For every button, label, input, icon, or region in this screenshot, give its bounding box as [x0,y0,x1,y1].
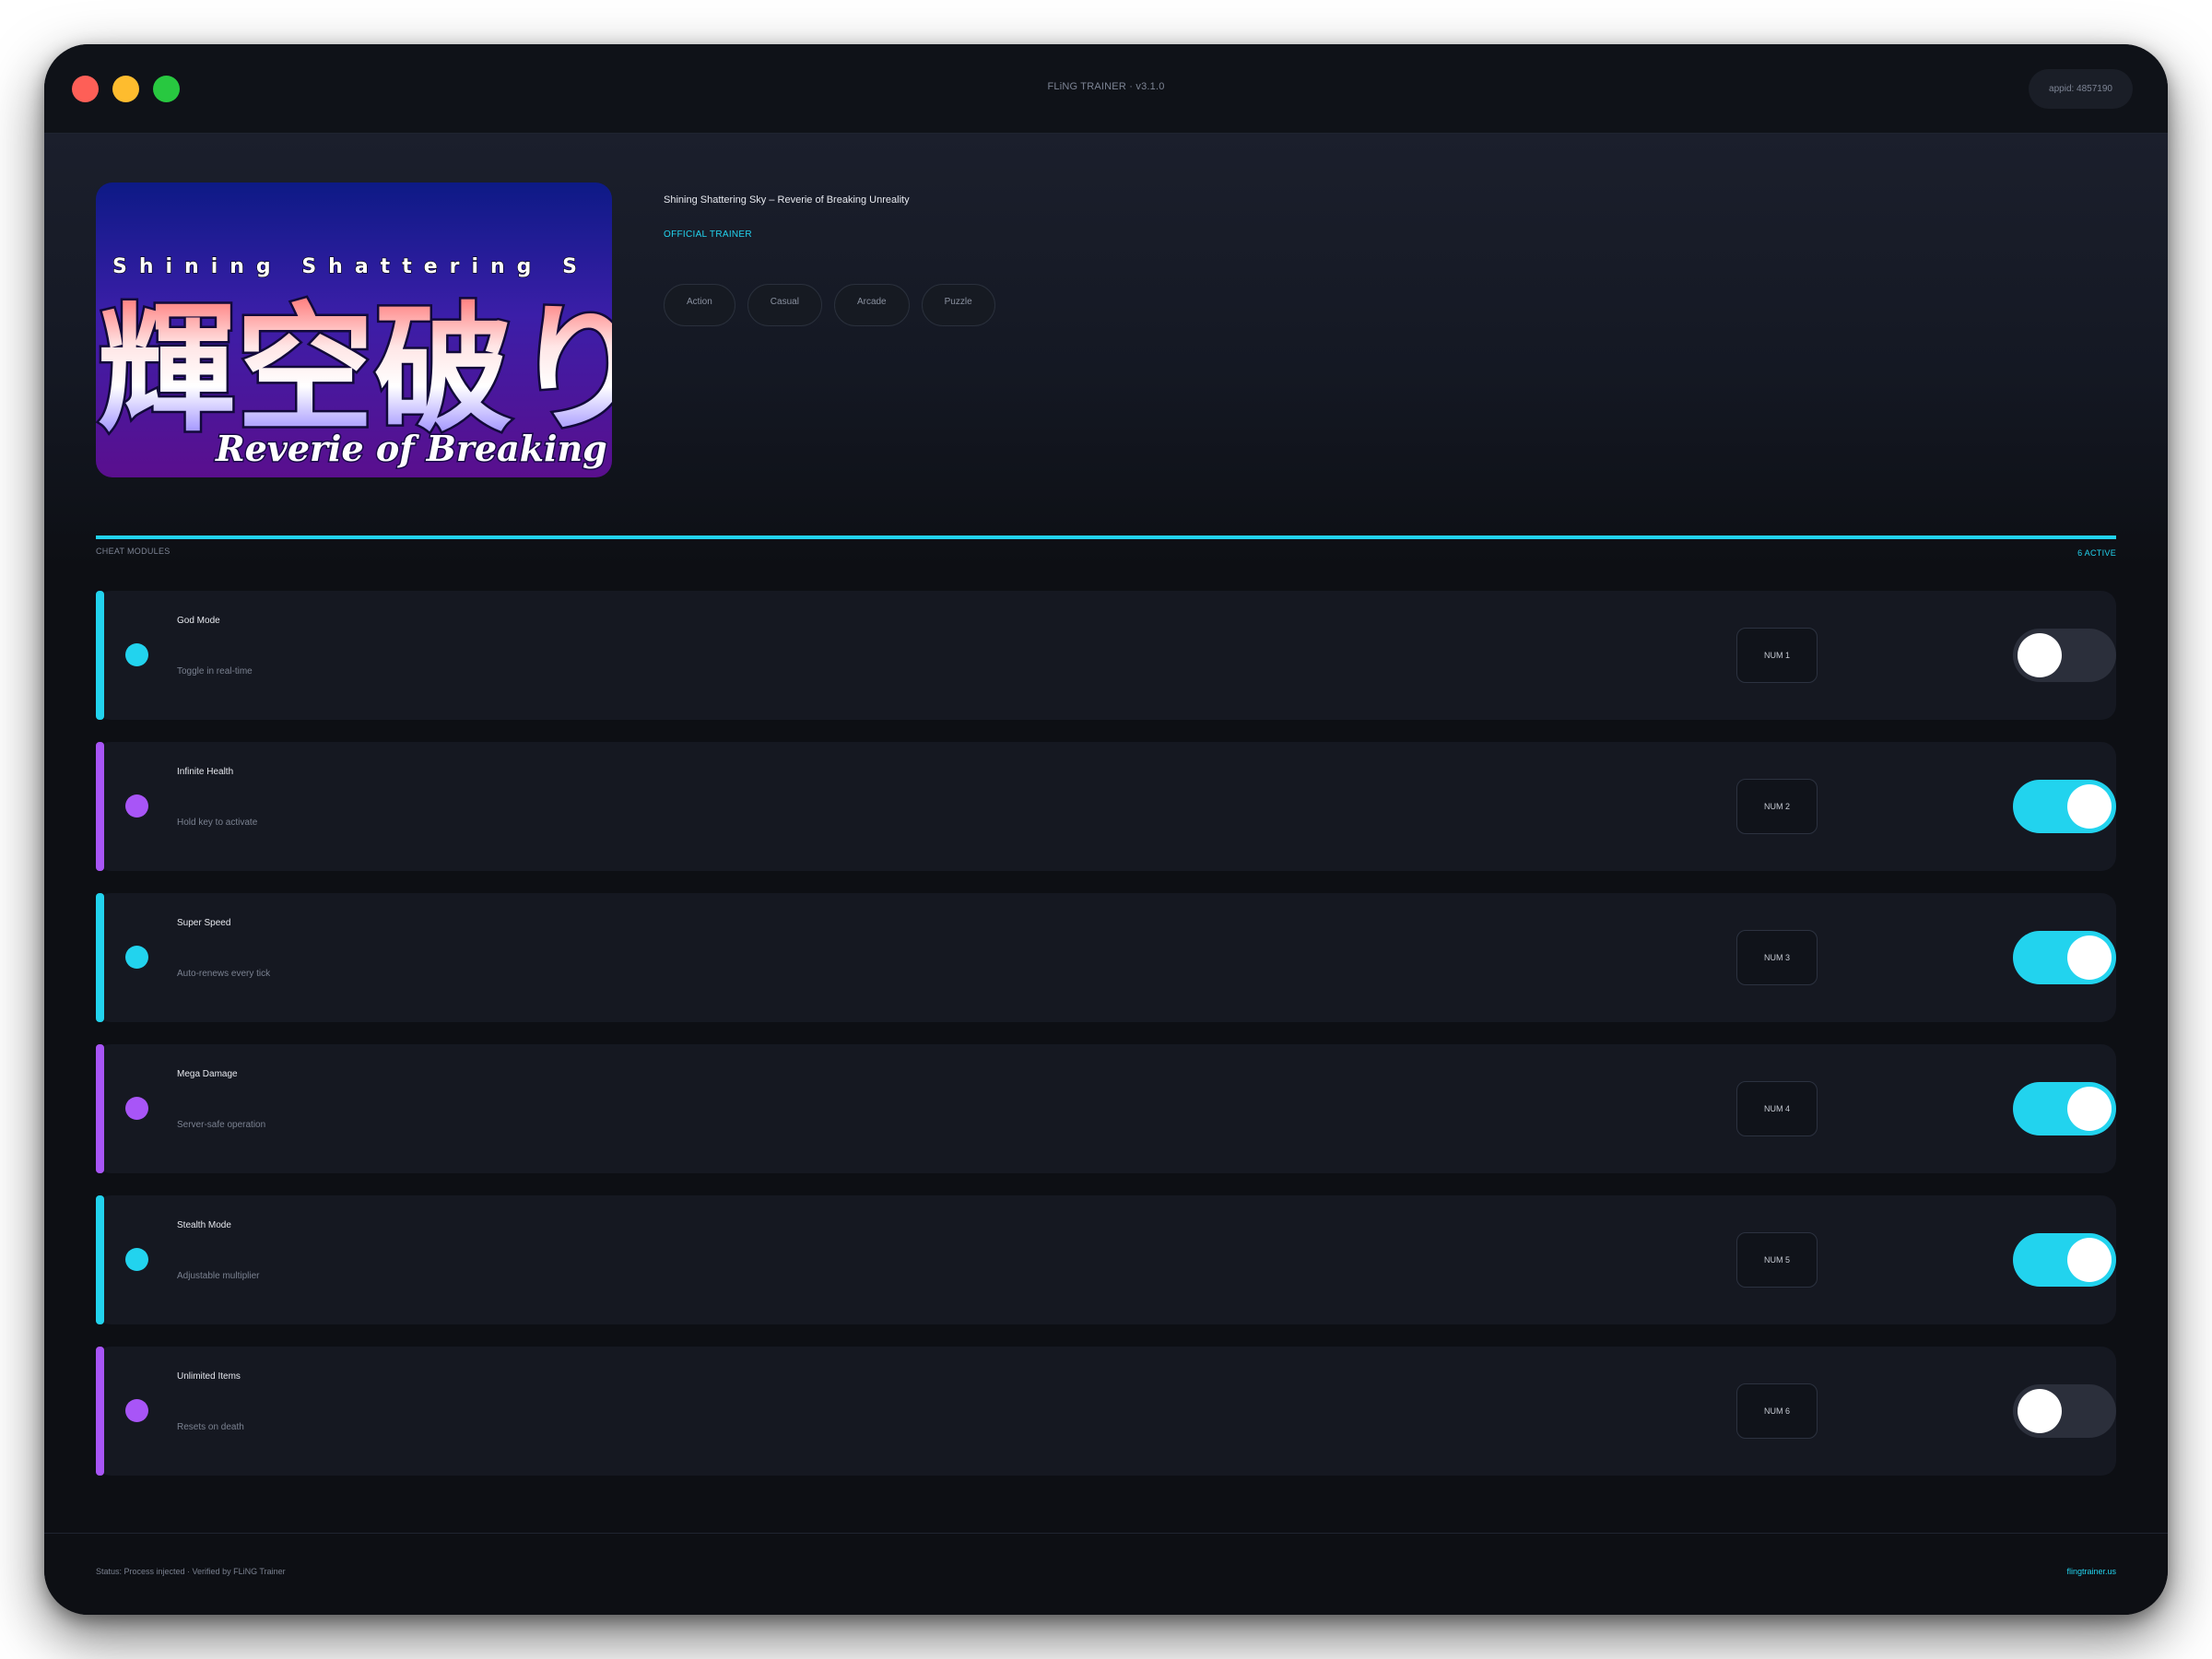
module-hotkey[interactable]: NUM 5 [1736,1232,1818,1288]
module-description: Auto-renews every tick [177,969,271,979]
module-name: Mega Damage [177,1069,238,1079]
title-bar: FLiNG TRAINER · v3.1.0 appid: 4857190 [44,44,2168,134]
module-hotkey[interactable]: NUM 1 [1736,628,1818,683]
module-dot-icon [125,1097,148,1120]
module-name: Stealth Mode [177,1220,231,1230]
module-description: Resets on death [177,1422,244,1432]
module-dot-icon [125,1248,148,1271]
module-row: Super Speed Auto-renews every tick NUM 3 [96,893,2116,1022]
section-divider [96,535,2116,539]
toggle-knob [2067,935,2112,980]
toggle-knob [2067,784,2112,829]
module-description: Server-safe operation [177,1120,266,1130]
module-hotkey[interactable]: NUM 6 [1736,1383,1818,1439]
module-description: Adjustable multiplier [177,1271,260,1281]
game-title: Shining Shattering Sky – Reverie of Brea… [664,194,910,206]
website-link[interactable]: flingtrainer.us [2066,1567,2116,1576]
toggle-knob [2018,1389,2062,1433]
tag-puzzle[interactable]: Puzzle [921,284,995,326]
module-hotkey[interactable]: NUM 4 [1736,1081,1818,1136]
genre-tags: Action Casual Arcade Puzzle [664,284,1007,326]
module-toggle[interactable] [2013,629,2116,682]
official-trainer-label: OFFICIAL TRAINER [664,229,752,240]
module-name: God Mode [177,616,220,626]
module-toggle[interactable] [2013,780,2116,833]
module-dot-icon [125,946,148,969]
game-cover-image: Shining Shattering S 輝空破り Reverie of Bre… [96,182,612,477]
module-accent-bar [96,1347,104,1476]
toggle-knob [2067,1087,2112,1131]
toggle-knob [2018,633,2062,677]
module-description: Hold key to activate [177,818,258,828]
module-accent-bar [96,893,104,1022]
module-row: Stealth Mode Adjustable multiplier NUM 5 [96,1195,2116,1324]
tag-action[interactable]: Action [664,284,735,326]
module-row: Unlimited Items Resets on death NUM 6 [96,1347,2116,1476]
module-description: Toggle in real-time [177,666,253,677]
cover-subtitle: Reverie of Breaking Unrea [215,428,612,469]
game-header: Shining Shattering S 輝空破り Reverie of Bre… [44,134,2168,567]
module-dot-icon [125,794,148,818]
module-hotkey[interactable]: NUM 2 [1736,779,1818,834]
window-title: FLiNG TRAINER · v3.1.0 [1047,81,1165,92]
module-accent-bar [96,742,104,871]
module-row: Mega Damage Server-safe operation NUM 4 [96,1044,2116,1173]
module-accent-bar [96,591,104,720]
module-toggle[interactable] [2013,1384,2116,1438]
module-accent-bar [96,1195,104,1324]
status-bar: Status: Process injected · Verified by F… [44,1533,2168,1615]
trainer-window: FLiNG TRAINER · v3.1.0 appid: 4857190 Sh… [44,44,2168,1615]
section-title: CHEAT MODULES [96,547,171,556]
module-name: Super Speed [177,918,231,928]
cover-kanji: 輝空破り [98,290,612,451]
module-name: Infinite Health [177,767,234,777]
module-dot-icon [125,1399,148,1422]
module-name: Unlimited Items [177,1371,241,1382]
module-toggle[interactable] [2013,1233,2116,1287]
module-row: Infinite Health Hold key to activate NUM… [96,742,2116,871]
module-accent-bar [96,1044,104,1173]
cheat-module-list: God Mode Toggle in real-time NUM 1 Infin… [96,591,2116,1498]
cover-title-line: Shining Shattering S [112,255,589,278]
module-hotkey[interactable]: NUM 3 [1736,930,1818,985]
active-count: 6 ACTIVE [2077,548,2116,558]
module-dot-icon [125,643,148,666]
status-text: Status: Process injected · Verified by F… [96,1567,286,1576]
appid-badge: appid: 4857190 [2029,69,2133,109]
module-toggle[interactable] [2013,931,2116,984]
tag-arcade[interactable]: Arcade [833,284,910,326]
toggle-knob [2067,1238,2112,1282]
module-toggle[interactable] [2013,1082,2116,1135]
tag-casual[interactable]: Casual [747,284,822,326]
module-row: God Mode Toggle in real-time NUM 1 [96,591,2116,720]
